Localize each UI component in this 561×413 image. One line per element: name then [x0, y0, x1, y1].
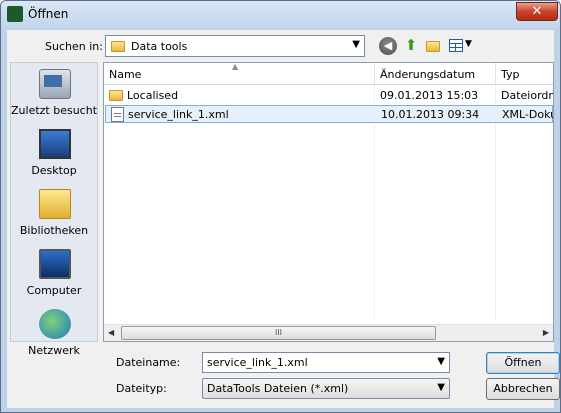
filetype-dropdown[interactable]: DataTools Dateien (*.xml) ▼ [202, 378, 450, 399]
up-folder-icon[interactable]: ⬆ [402, 37, 420, 55]
place-label: Netzwerk [28, 344, 80, 357]
folder-icon [426, 41, 440, 52]
column-divider[interactable] [495, 63, 496, 85]
chevron-down-icon: ▼ [465, 39, 472, 49]
file-list[interactable]: Name ▲ Änderungsdatum Typ Localised 09.0… [103, 62, 554, 342]
open-file-dialog: Öffnen ✕ Suchen in: Data tools ▼ ◀ ⬆ ▼ Z… [0, 0, 561, 413]
filename-value: service_link_1.xml [207, 356, 308, 369]
place-libraries[interactable]: Bibliotheken [11, 189, 97, 245]
horizontal-scrollbar[interactable]: ◀ III ▶ [104, 324, 553, 341]
window-title: Öffnen [28, 7, 69, 21]
column-header-date[interactable]: Änderungsdatum [380, 68, 475, 81]
file-type: Dateiordne [501, 89, 553, 102]
list-item[interactable]: service_link_1.xml 10.01.2013 09:34 XML-… [105, 105, 553, 123]
chevron-down-icon[interactable]: ▼ [437, 382, 445, 393]
filetype-label: Dateityp: [116, 382, 167, 395]
folder-icon [109, 90, 123, 101]
place-label: Bibliotheken [19, 224, 89, 237]
xml-file-icon [111, 107, 124, 122]
libraries-icon [39, 189, 71, 219]
look-in-label: Suchen in: [45, 40, 103, 53]
chevron-down-icon[interactable]: ▼ [352, 39, 360, 50]
view-grid-icon [449, 39, 463, 52]
place-network[interactable]: Netzwerk [11, 309, 97, 365]
title-bar[interactable]: Öffnen ✕ [1, 1, 560, 28]
place-desktop[interactable]: Desktop [11, 129, 97, 185]
place-label: Computer [26, 284, 82, 297]
look-in-value: Data tools [131, 40, 188, 53]
open-button[interactable]: Öffnen [486, 352, 560, 374]
column-header-name[interactable]: Name [109, 68, 141, 81]
column-headers: Name ▲ Änderungsdatum Typ [104, 63, 553, 85]
file-date: 09.01.2013 15:03 [380, 89, 479, 102]
places-bar: Zuletzt besucht Desktop Bibliotheken Com… [10, 62, 98, 357]
chevron-down-icon[interactable]: ▼ [437, 356, 445, 367]
recent-places-icon [39, 69, 71, 99]
file-name: Localised [127, 89, 179, 102]
list-item[interactable]: Localised 09.01.2013 15:03 Dateiordne [105, 87, 553, 105]
dialog-body: Suchen in: Data tools ▼ ◀ ⬆ ▼ Zuletzt be… [7, 30, 560, 408]
place-label: Zuletzt besucht [11, 104, 98, 117]
sort-ascending-icon: ▲ [232, 62, 239, 71]
file-type: XML-Doku [502, 108, 554, 121]
scroll-right-icon[interactable]: ▶ [543, 328, 549, 337]
folder-icon [111, 41, 125, 52]
new-folder-icon[interactable] [425, 37, 443, 55]
back-icon[interactable]: ◀ [379, 37, 397, 55]
filename-label: Dateiname: [116, 356, 181, 369]
network-icon [39, 309, 71, 339]
column-divider[interactable] [374, 63, 375, 85]
column-header-type[interactable]: Typ [501, 68, 520, 81]
file-name: service_link_1.xml [128, 108, 229, 121]
cancel-button[interactable]: Abbrechen [486, 378, 560, 400]
view-menu-button[interactable]: ▼ [449, 37, 475, 55]
scrollbar-thumb[interactable]: III [121, 326, 436, 340]
place-recent[interactable]: Zuletzt besucht [11, 69, 97, 125]
scroll-left-icon[interactable]: ◀ [108, 328, 114, 337]
look-in-dropdown[interactable]: Data tools ▼ [105, 35, 365, 57]
desktop-icon [39, 129, 71, 159]
filetype-value: DataTools Dateien (*.xml) [207, 382, 349, 395]
place-computer[interactable]: Computer [11, 249, 97, 305]
place-label: Desktop [31, 164, 77, 177]
computer-icon [39, 249, 71, 279]
file-date: 10.01.2013 09:34 [381, 108, 480, 121]
close-button[interactable]: ✕ [516, 2, 558, 21]
filename-input[interactable]: service_link_1.xml ▼ [202, 352, 450, 373]
app-icon [7, 6, 23, 22]
